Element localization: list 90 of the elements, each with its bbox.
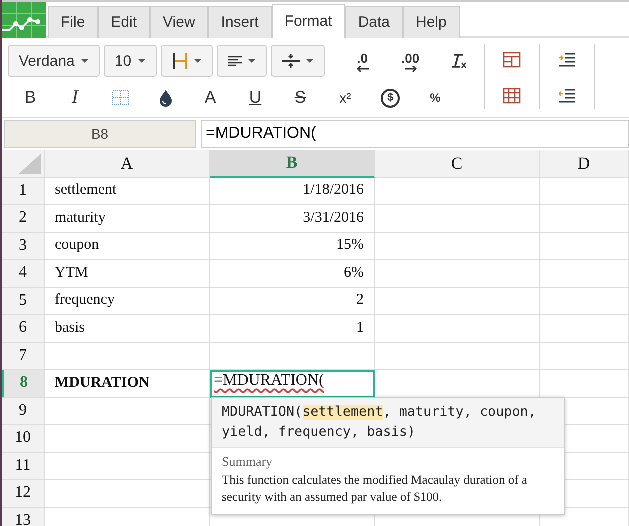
empty-cell[interactable] [375,315,540,342]
row-header[interactable]: 6 [2,315,45,342]
table-icon [503,52,521,68]
summary-label: Summary [222,454,274,470]
empty-cell[interactable] [540,288,629,315]
column-header[interactable]: A [45,150,210,178]
clear-format-icon [450,53,468,69]
menu-tab[interactable]: Data [345,6,403,38]
table-cell: YTM [45,260,210,288]
vertical-align-icon [282,53,300,69]
empty-cell[interactable] [375,288,540,315]
increase-decimal-button[interactable]: .00 [388,47,433,75]
table-cell: MDURATION [45,370,210,398]
empty-cell[interactable] [375,205,540,232]
empty-cell[interactable] [375,178,540,205]
table-cell: settlement [45,178,210,205]
left-arrow-icon [356,66,369,72]
grid-icon [503,88,521,104]
row-header[interactable]: 11 [2,452,45,480]
valign-dropdown[interactable] [270,45,325,77]
row-header[interactable]: 8 [2,370,45,398]
percent-button[interactable]: % [413,84,458,112]
table-cell: 15% [210,232,375,260]
empty-cell[interactable] [375,260,540,288]
empty-cell[interactable] [540,315,629,342]
row-header[interactable]: 10 [2,425,45,452]
column-header[interactable]: B [210,150,375,178]
menu-tab[interactable]: Format [272,4,346,38]
empty-cell[interactable] [540,342,629,370]
table-cell: maturity [45,205,210,232]
bold-button[interactable]: B [8,84,53,112]
empty-cell[interactable] [375,342,540,370]
italic-button[interactable]: I [53,84,98,112]
right-arrow-icon [404,66,417,72]
outdent-icon [559,89,575,103]
formula-field[interactable]: =MDURATION( [201,120,629,148]
row-header[interactable]: 12 [2,480,45,508]
row-header[interactable]: 9 [2,398,45,425]
empty-cell[interactable] [540,260,629,288]
decrease-decimal-button[interactable]: .0 [340,47,385,75]
row-header[interactable]: 1 [2,178,45,205]
currency-button[interactable]: $ [368,84,413,112]
row-header[interactable]: 3 [2,232,45,260]
column-header[interactable]: D [540,150,629,178]
row-header[interactable]: 13 [2,508,45,526]
function-description: This function calculates the modified Macaulay duration of a security with an assumed par value of $100. [222,472,528,506]
name-box[interactable]: B8 [4,120,196,148]
menu-tab[interactable]: Edit [98,6,150,38]
menu-tab[interactable]: File [48,6,98,38]
menu-tab[interactable]: Insert [208,6,272,38]
font-dropdown[interactable]: Verdana [8,45,100,77]
table-cell: 2 [210,288,375,315]
table-cell: 6% [210,260,375,288]
caret-icon [194,59,202,63]
underline-button[interactable]: U [233,84,278,112]
text-color-button[interactable]: A [188,84,233,112]
caret-icon [138,59,146,63]
empty-cell[interactable] [540,205,629,232]
function-signature: MDURATION(settlement, maturity, coupon, yield, frequency, basis) [212,398,564,448]
border-icon [172,52,188,70]
borders-dropdown[interactable] [160,45,213,77]
empty-cell[interactable] [375,232,540,260]
table-cell: 1 [210,315,375,342]
table-cell: 1/18/2016 [210,178,375,205]
select-all-icon[interactable] [19,154,41,174]
caret-icon [306,59,314,63]
dotted-borders-icon [112,90,130,106]
empty-cell[interactable] [210,342,375,370]
superscript-button[interactable]: x² [323,84,368,112]
strike-button[interactable]: S [278,84,323,112]
menu-tab[interactable]: Help [403,6,460,38]
caret-icon [248,59,256,63]
align-dropdown[interactable] [216,45,267,77]
column-header[interactable]: C [375,150,540,178]
drop-icon [158,90,172,106]
empty-cell[interactable] [540,178,629,205]
font-size-dropdown[interactable]: 10 [104,45,157,77]
empty-cell[interactable] [540,232,629,260]
table-cell: 3/31/2016 [210,205,375,232]
table-cell: basis [45,315,210,342]
indent-icon [559,53,575,67]
align-left-icon [228,56,242,66]
row-header[interactable]: 5 [2,288,45,315]
table-cell: frequency [45,288,210,315]
row-header[interactable]: 7 [2,342,45,370]
row-header[interactable]: 4 [2,260,45,288]
row-header[interactable]: 2 [2,205,45,232]
caret-icon [80,59,89,63]
menu-tab[interactable]: View [150,6,208,38]
table-cell: coupon [45,232,210,260]
